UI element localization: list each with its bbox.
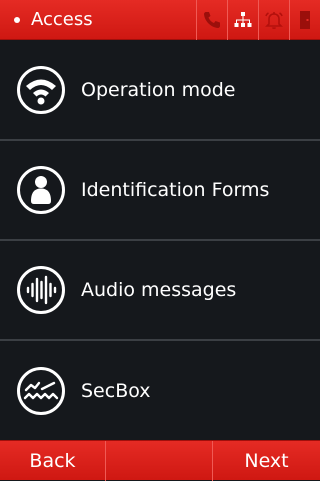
operation-mode-icon [17, 66, 65, 114]
menu-item-identification-forms[interactable]: Identification Forms [0, 141, 320, 241]
status-icons [196, 0, 320, 40]
secbox-icon [17, 367, 65, 415]
menu-list: Operation mode Identification Forms Audi… [0, 41, 320, 441]
identification-icon [17, 166, 65, 214]
menu-item-label: Audio messages [81, 279, 237, 301]
title-area: Access [0, 0, 93, 40]
bullet-icon [14, 17, 20, 23]
menu-item-label: Identification Forms [81, 179, 270, 201]
phone-icon[interactable] [196, 0, 227, 40]
menu-item-secbox[interactable]: SecBox [0, 341, 320, 441]
menu-item-label: Operation mode [81, 79, 236, 101]
network-icon[interactable] [227, 0, 258, 40]
menu-item-label: SecBox [81, 380, 151, 402]
back-button[interactable]: Back [0, 441, 106, 481]
door-icon[interactable] [289, 0, 320, 40]
page-title: Access [31, 9, 93, 30]
next-button[interactable]: Next [212, 441, 320, 481]
bottom-bar: Back Next [0, 440, 320, 481]
audio-waveform-icon [17, 266, 65, 314]
top-bar: Access [0, 0, 320, 40]
bell-icon[interactable] [258, 0, 289, 40]
menu-item-audio-messages[interactable]: Audio messages [0, 241, 320, 341]
menu-item-operation-mode[interactable]: Operation mode [0, 41, 320, 141]
